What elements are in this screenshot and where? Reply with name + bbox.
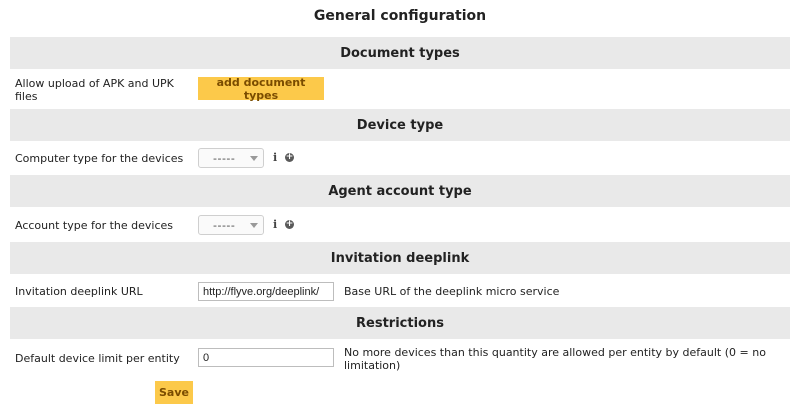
computer-type-label: Computer type for the devices [15, 152, 184, 165]
info-icon[interactable]: i [273, 151, 277, 164]
chevron-down-icon [250, 155, 258, 161]
section-header-restrictions: Restrictions [10, 307, 790, 339]
account-type-label: Account type for the devices [15, 219, 174, 232]
allow-upload-label: Allow upload of APK and UPK files [15, 77, 174, 103]
info-icon[interactable]: i [273, 218, 277, 231]
device-limit-label: Default device limit per entity [15, 352, 180, 365]
section-header-agent-account-type: Agent account type [10, 175, 790, 207]
device-limit-input[interactable] [198, 348, 334, 367]
section-header-document-types: Document types [10, 37, 790, 69]
account-type-select-value: ----- [213, 218, 236, 232]
section-header-invitation-deeplink: Invitation deeplink [10, 242, 790, 274]
computer-type-select-value: ----- [213, 151, 236, 165]
device-limit-description: No more devices than this quantity are a… [344, 346, 766, 372]
computer-type-select[interactable]: ----- [198, 148, 264, 168]
add-icon[interactable]: + [285, 153, 294, 162]
chevron-down-icon [250, 222, 258, 228]
add-document-types-button[interactable]: add document types [198, 76, 324, 102]
account-type-select[interactable]: ----- [198, 215, 264, 235]
invitation-deeplink-label: Invitation deeplink URL [15, 285, 143, 298]
save-button[interactable]: Save [155, 381, 193, 404]
invitation-deeplink-input[interactable] [198, 282, 334, 301]
section-header-device-type: Device type [10, 109, 790, 141]
page-title: General configuration [313, 8, 487, 24]
invitation-deeplink-description: Base URL of the deeplink micro service [344, 285, 560, 298]
add-icon[interactable]: + [285, 220, 294, 229]
